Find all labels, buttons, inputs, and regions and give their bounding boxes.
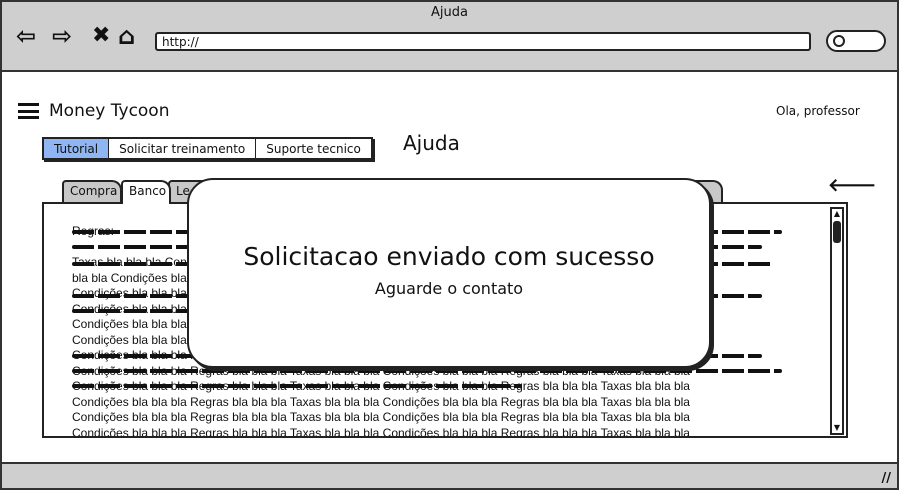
back-nav-icon[interactable]: ⇦ bbox=[16, 22, 36, 50]
tab-compra[interactable]: Compra bbox=[62, 180, 122, 202]
text-line: Condições bla bla bla Regras bla bla bla… bbox=[72, 394, 690, 409]
text-line: Condições bla bla bla Regras bla bla bla… bbox=[72, 410, 690, 424]
suporte-tecnico-button[interactable]: Suporte tecnico bbox=[256, 139, 371, 158]
status-bar: // bbox=[0, 462, 899, 490]
dialog-subtitle: Aguarde o contato bbox=[374, 279, 524, 298]
hamburger-icon[interactable] bbox=[18, 103, 39, 119]
brand-title: Money Tycoon bbox=[49, 101, 170, 121]
back-arrow-icon[interactable]: 🡐 bbox=[828, 175, 876, 196]
scroll-down-icon[interactable]: ▼ bbox=[832, 423, 842, 433]
url-input[interactable]: http:// bbox=[155, 32, 811, 51]
forward-nav-icon[interactable]: ⇨ bbox=[52, 22, 72, 50]
stop-icon[interactable]: ✖ bbox=[92, 22, 110, 50]
tab-banco[interactable]: Banco bbox=[121, 180, 171, 204]
dialog-title: Solicitacao enviado com sucesso bbox=[243, 242, 655, 271]
tutorial-button[interactable]: Tutorial bbox=[44, 139, 110, 158]
page-title: Ajuda bbox=[403, 131, 460, 155]
user-greeting[interactable]: Ola, professor bbox=[776, 104, 860, 118]
solicitar-treinamento-button[interactable]: Solicitar treinamento bbox=[109, 139, 257, 158]
scribble bbox=[72, 369, 782, 373]
scroll-thumb[interactable] bbox=[833, 221, 841, 243]
resize-grip-icon[interactable]: // bbox=[882, 471, 892, 486]
success-dialog: Solicitacao enviado com sucesso Aguarde … bbox=[187, 178, 711, 368]
scroll-up-icon[interactable]: ▲ bbox=[832, 209, 842, 219]
search-icon bbox=[833, 35, 845, 47]
home-icon[interactable]: ⌂ bbox=[118, 22, 135, 50]
button-bar: Tutorial Solicitar treinamento Suporte t… bbox=[42, 137, 373, 160]
search-input[interactable] bbox=[826, 30, 886, 52]
browser-chrome: Ajuda ⇦ ⇨ ✖ ⌂ http:// bbox=[0, 0, 899, 72]
scribble bbox=[72, 384, 522, 388]
text-line: Condições bla bla bla Regras bla bla bla… bbox=[72, 425, 690, 438]
window-title: Ajuda bbox=[431, 5, 468, 20]
vertical-scrollbar[interactable]: ▲ ▼ bbox=[830, 207, 844, 435]
